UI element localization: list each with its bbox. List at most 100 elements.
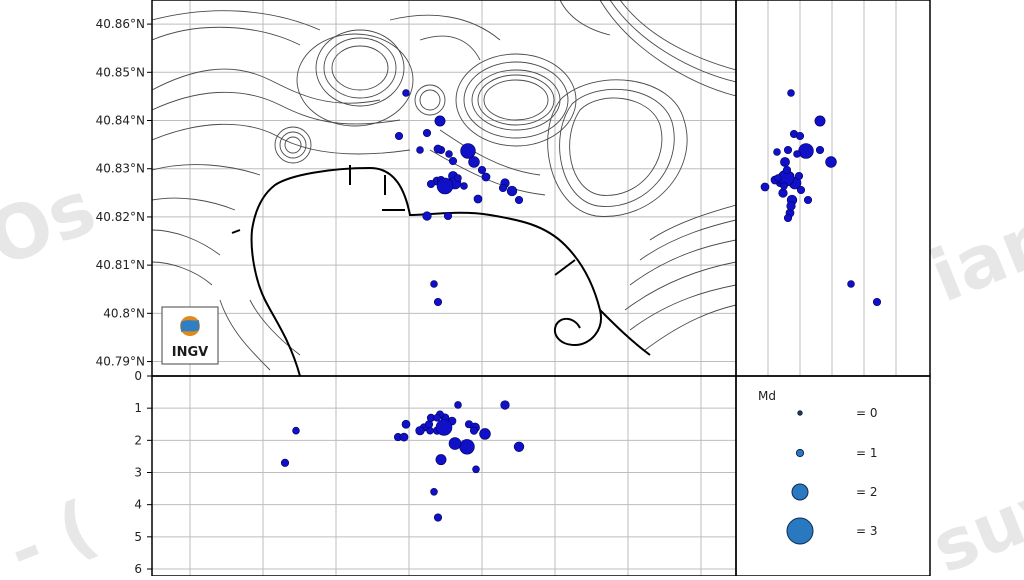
side-event-dot: [760, 182, 770, 192]
depth-tick-label: 6: [134, 562, 142, 576]
depth-event-dot: [292, 426, 300, 435]
watermark-left: Os: [0, 164, 107, 284]
seismicity-map-figure: INGV Md 40.86°N 40.85°N 40.84°N 40.83°N 40.8…: [0, 0, 1024, 580]
legend-panel: [736, 376, 930, 576]
ingv-logo: INGV: [161, 306, 219, 365]
map-event-dot: [422, 128, 432, 138]
depth-tick-label: 2: [134, 433, 142, 447]
legend-symbol: [786, 517, 814, 545]
map-event-dot: [394, 131, 404, 141]
legend-label: = 2: [856, 485, 878, 499]
side-event-dot: [872, 297, 882, 307]
depth-event-dot: [448, 437, 462, 450]
watermark-bottom-left: - (: [0, 485, 107, 576]
side-event-dot: [796, 185, 806, 195]
map-event-dot: [473, 194, 483, 204]
depth-ticks: 0 1 2 3 4 5 6: [134, 369, 152, 576]
depth-tick-label: 4: [134, 498, 142, 512]
depth-event-dot: [469, 426, 479, 435]
legend-label: = 0: [856, 406, 878, 420]
side-event-dot: [773, 148, 781, 156]
map-event-dot: [506, 185, 518, 197]
side-event-dot: [783, 213, 793, 223]
legend-label: = 1: [856, 446, 878, 460]
map-event-dot: [481, 172, 491, 182]
map-event-dot: [422, 211, 432, 221]
depth-event-dot: [401, 419, 411, 429]
depth-event-dot: [459, 439, 475, 455]
side-event-dot: [780, 157, 790, 167]
map-event-dot: [426, 179, 436, 189]
depth-tick-label: 1: [134, 401, 142, 415]
depth-event-dot: [435, 454, 447, 466]
depth-event-dot: [415, 426, 425, 436]
map-event-dot: [448, 156, 458, 166]
map-event-dot: [416, 146, 424, 154]
depth-event-dot: [513, 441, 525, 452]
side-event-dot: [794, 171, 804, 181]
map-event-dot: [434, 115, 446, 127]
depth-section-panel: [152, 376, 736, 576]
side-event-dot: [786, 201, 796, 211]
side-event-dot: [774, 174, 782, 182]
depth-event-dot: [454, 401, 462, 409]
side-event-dot: [780, 182, 788, 190]
map-event-dot: [436, 177, 454, 195]
depth-event-dot: [479, 428, 491, 440]
side-event-dot: [783, 145, 793, 155]
map-event-dot: [454, 174, 462, 182]
map-event-dot: [514, 195, 524, 205]
side-event-dot: [825, 156, 837, 168]
side-event-dot: [787, 89, 795, 97]
map-svg: INGV Md 40.86°N40.85°N40.84°N40.83°N40.8…: [0, 0, 1024, 580]
map-event-dot: [443, 211, 453, 221]
side-event-dot: [815, 145, 825, 155]
lat-tick-label: 40.82°N: [96, 210, 145, 224]
map-event-dot: [402, 89, 410, 97]
legend-title: Md: [758, 389, 776, 403]
watermark-right: ian: [919, 194, 1024, 319]
map-event-dot: [433, 144, 443, 154]
side-event-dot: [793, 150, 801, 158]
legend-symbol: [797, 410, 803, 416]
map-event-dot: [477, 165, 487, 175]
map-event-dot: [433, 297, 443, 307]
depth-event-dot: [280, 458, 290, 467]
side-event-dot: [814, 115, 826, 127]
lat-tick-label: 40.81°N: [96, 258, 145, 272]
map-event-dot: [460, 182, 468, 190]
side-event-dot: [782, 165, 792, 175]
lat-tick-label: 40.86°N: [96, 17, 145, 31]
legend-symbol: [795, 448, 805, 458]
map-event-dot: [460, 143, 476, 159]
depth-tick-label: 5: [134, 530, 142, 544]
depth-tick-label: 3: [134, 466, 142, 480]
side-event-dot: [798, 143, 814, 159]
lat-tick-label: 40.84°N: [96, 114, 145, 128]
legend-label: = 3: [856, 524, 878, 538]
lat-tick-label: 40.8°N: [103, 306, 145, 320]
depth-event-dot: [433, 513, 443, 522]
depth-event-dot: [433, 414, 441, 422]
depth-event-dot: [435, 419, 453, 436]
depth-event-dot: [430, 488, 438, 496]
map-event-dot: [445, 150, 453, 158]
map-lat-ticks: 40.86°N 40.85°N 40.84°N 40.83°N 40.82°N 40.81…: [96, 17, 152, 369]
watermark-bottom-right: suv: [921, 462, 1024, 576]
lat-tick-label: 40.79°N: [96, 355, 145, 369]
side-event-dot: [795, 131, 805, 141]
lat-tick-label: 40.85°N: [96, 65, 145, 79]
side-event-dot: [847, 280, 855, 288]
map-event-dot: [430, 280, 438, 288]
map-event-dot: [498, 183, 508, 193]
side-event-dot: [803, 195, 813, 205]
depth-tick-label: 0: [134, 369, 142, 383]
map-event-dot: [468, 156, 480, 168]
depth-event-dot: [399, 432, 409, 442]
legend-symbol: [791, 483, 809, 501]
logo-text: INGV: [172, 345, 208, 360]
lat-tick-label: 40.83°N: [96, 162, 145, 176]
side-event-dot: [778, 188, 788, 198]
depth-event-dot: [472, 465, 480, 474]
depth-event-dot: [500, 400, 510, 410]
